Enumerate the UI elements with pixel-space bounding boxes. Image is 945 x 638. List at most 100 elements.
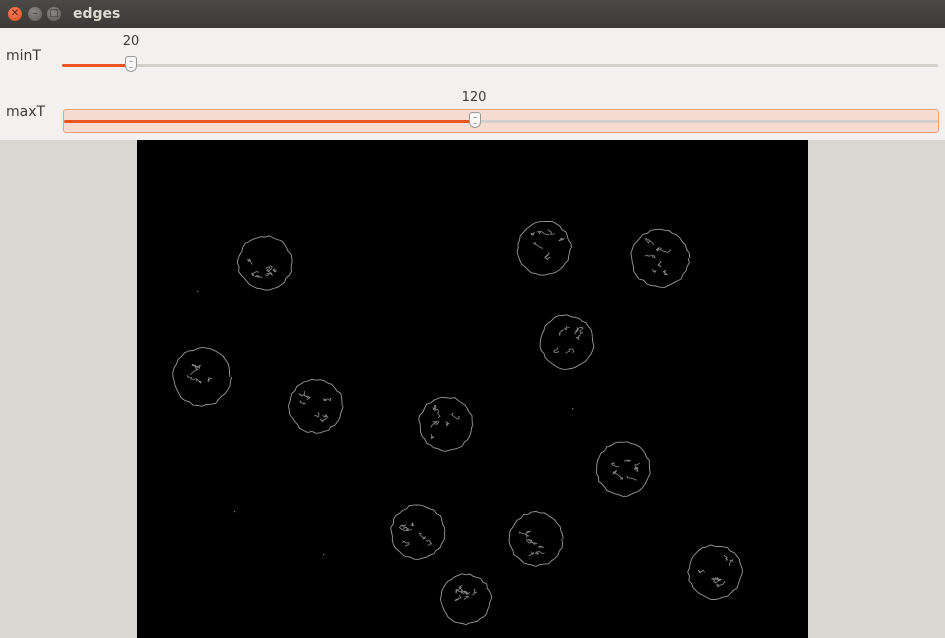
trackbar-fill: [62, 64, 131, 67]
edge-texture: [434, 408, 441, 419]
edge-texture: [644, 238, 655, 245]
edge-texture: [265, 266, 270, 273]
edge-contour: [595, 441, 651, 497]
trackbar-groove: [62, 64, 938, 67]
edge-texture: [450, 412, 460, 420]
edge-texture: [418, 532, 427, 539]
slider-handle-maxT[interactable]: [469, 112, 481, 128]
edge-texture: [299, 400, 306, 406]
edge-texture: [445, 421, 450, 427]
edge-texture: [657, 260, 662, 268]
edge-texture: [613, 472, 623, 481]
edge-texture: [574, 327, 579, 335]
edge-texture: [207, 377, 213, 382]
edge-texture: [410, 521, 415, 527]
edge-texture: [425, 539, 433, 547]
edge-blob: [539, 314, 595, 370]
edge-contour: [418, 396, 474, 452]
trackbar-minT[interactable]: [62, 54, 938, 76]
edge-blob: [172, 346, 233, 407]
edge-blob: [630, 228, 691, 288]
edge-texture: [563, 326, 570, 331]
edge-texture: [610, 462, 620, 468]
edge-texture: [525, 538, 534, 544]
edge-texture: [547, 229, 555, 235]
edge-blob: [439, 573, 492, 625]
edge-texture: [624, 459, 631, 462]
edge-contour: [288, 378, 344, 434]
edge-contour: [390, 504, 446, 560]
edge-texture: [322, 413, 329, 418]
edge-texture: [711, 576, 717, 583]
edge-texture: [659, 248, 672, 253]
edge-texture: [195, 378, 202, 384]
edge-texture: [697, 569, 705, 574]
edge-texture: [559, 329, 564, 336]
window-title: edges: [73, 6, 121, 22]
edge-texture: [662, 269, 669, 275]
edge-blob: [418, 396, 474, 452]
edge-texture: [303, 391, 311, 401]
edge-texture: [532, 242, 544, 249]
edge-texture: [644, 254, 656, 259]
trackbar-value-minT: 20: [122, 34, 140, 49]
edge-contour: [508, 511, 564, 567]
edge-texture: [272, 268, 277, 273]
edge-contour: [516, 221, 572, 276]
edge-blob: [288, 378, 344, 434]
trackbar-value-maxT: 120: [461, 90, 487, 105]
minimize-window-button[interactable]: –: [28, 7, 42, 21]
close-window-button[interactable]: ✕: [8, 7, 22, 21]
maximize-window-button[interactable]: □: [47, 7, 61, 21]
edge-speck: [197, 291, 199, 293]
edge-contour: [439, 573, 492, 625]
edge-texture: [463, 595, 470, 600]
edge-contour: [236, 235, 293, 291]
edge-detection-image: [172, 221, 744, 625]
edge-texture: [544, 252, 550, 258]
edge-blob: [516, 221, 572, 276]
edge-texture: [314, 411, 320, 418]
edge-speck: [572, 408, 574, 410]
edge-contour: [687, 544, 744, 600]
trackbar-maxT[interactable]: [63, 109, 939, 133]
edge-speck: [323, 554, 325, 556]
edge-texture: [319, 418, 327, 423]
edge-texture: [558, 237, 566, 242]
edge-texture: [656, 246, 663, 252]
edge-blob: [236, 235, 293, 291]
edge-blob: [687, 544, 744, 600]
edge-texture: [538, 545, 544, 549]
edge-texture: [528, 551, 535, 557]
edge-texture: [186, 374, 197, 380]
edge-texture: [728, 559, 734, 566]
slider-handle-minT[interactable]: [125, 56, 137, 72]
edge-contour: [630, 228, 691, 288]
edge-texture: [651, 269, 657, 274]
edge-texture: [454, 595, 462, 602]
edge-texture: [565, 348, 575, 354]
edge-texture: [723, 555, 729, 562]
edge-texture: [472, 588, 478, 596]
edge-speck: [234, 511, 236, 513]
trackbar-label-minT: minT: [6, 48, 41, 64]
edge-texture: [253, 275, 263, 279]
edge-texture: [530, 231, 536, 236]
edge-texture: [536, 230, 550, 236]
edge-texture: [576, 326, 584, 335]
edge-blob: [595, 441, 651, 497]
edge-texture: [716, 580, 726, 588]
edge-texture: [322, 397, 332, 402]
edge-texture: [246, 258, 253, 265]
edge-texture: [432, 420, 438, 424]
edge-texture: [534, 551, 545, 555]
edge-texture: [575, 334, 581, 341]
edge-texture: [626, 475, 638, 481]
edge-contour: [539, 314, 595, 370]
window-titlebar: ✕ – □ edges: [0, 0, 945, 28]
edge-blob: [508, 511, 564, 567]
edge-texture: [402, 540, 410, 547]
trackbar-label-maxT: maxT: [6, 104, 46, 120]
edge-texture: [403, 528, 413, 532]
trackbar-panel: minT 20 maxT 120: [0, 28, 945, 140]
